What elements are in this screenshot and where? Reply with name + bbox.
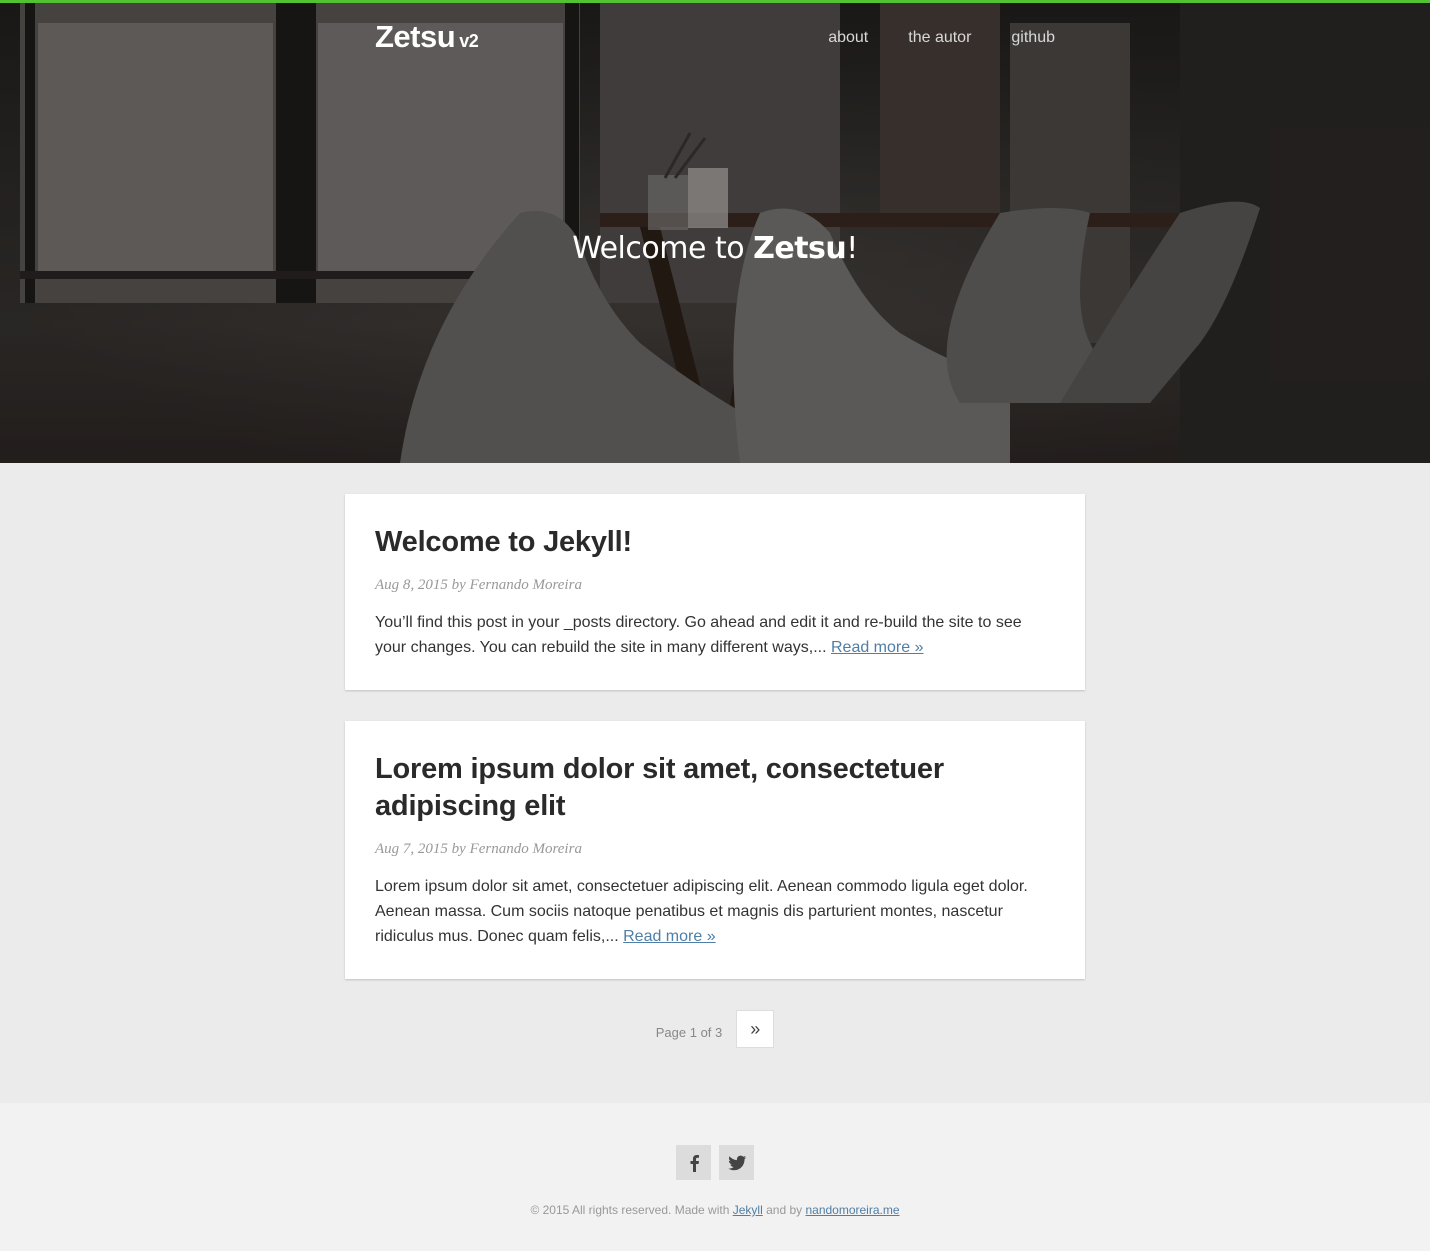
post-card: Welcome to Jekyll! Aug 8, 2015 by Fernan… [345,494,1085,690]
post-author: Fernando Moreira [469,577,582,593]
post-meta: Aug 8, 2015 by Fernando Moreira [375,577,1055,594]
post-title-text: Lorem ipsum dolor sit amet, consectetuer… [375,753,944,822]
nav-about[interactable]: about [828,29,868,47]
post-title-text: Welcome to Jekyll! [375,526,632,558]
post-title[interactable]: Lorem ipsum dolor sit amet, consectetuer… [375,751,1055,825]
twitter-link[interactable] [719,1145,754,1180]
site-footer: © 2015 All rights reserved. Made with Je… [0,1103,1430,1251]
main-nav: about the autor github [828,29,1055,47]
site-logo[interactable]: Zetsu v2 [375,19,479,55]
read-more-link[interactable]: Read more » [623,928,716,945]
post-card: Lorem ipsum dolor sit amet, consectetuer… [345,721,1085,979]
pagination: Page 1 of 3 » [0,1010,1430,1048]
facebook-icon [690,1154,699,1172]
post-date: Aug 8, 2015 [375,577,448,593]
next-page-button[interactable]: » [736,1010,775,1048]
hero-title-prefix: Welcome to [572,231,754,266]
copyright-prefix: © 2015 All rights reserved. Made with [530,1203,730,1217]
post-meta: Aug 7, 2015 by Fernando Moreira [375,841,1055,858]
copyright: © 2015 All rights reserved. Made with Je… [0,1203,1430,1217]
hero-title-suffix: ! [846,231,858,266]
brand-version: v2 [459,31,479,51]
twitter-icon [727,1155,746,1170]
nav-the-autor[interactable]: the autor [908,29,971,47]
jekyll-link[interactable]: Jekyll [733,1203,763,1217]
post-excerpt-text: You’ll find this post in your _posts dir… [375,614,1022,656]
facebook-link[interactable] [676,1145,711,1180]
hero-title: Welcome to Zetsu! [0,231,1430,266]
hero-header: Zetsu v2 about the autor github Welcome t… [0,3,1430,463]
post-excerpt: You’ll find this post in your _posts dir… [375,610,1055,660]
post-excerpt: Lorem ipsum dolor sit amet, consectetuer… [375,874,1055,949]
author-site-link[interactable]: nandomoreira.me [805,1203,899,1217]
post-author: Fernando Moreira [469,841,582,857]
post-title[interactable]: Welcome to Jekyll! [375,524,1055,561]
copyright-and-by: and by [766,1203,803,1217]
hero-title-name: Zetsu [753,231,847,266]
post-author-prefix: by [451,841,466,857]
nav-github[interactable]: github [1011,29,1055,47]
read-more-link[interactable]: Read more » [831,639,924,656]
page-count: Page 1 of 3 [655,1024,723,1040]
social-links [0,1145,1430,1180]
post-date: Aug 7, 2015 [375,841,448,857]
brand-name: Zetsu [375,19,456,54]
post-author-prefix: by [451,577,466,593]
